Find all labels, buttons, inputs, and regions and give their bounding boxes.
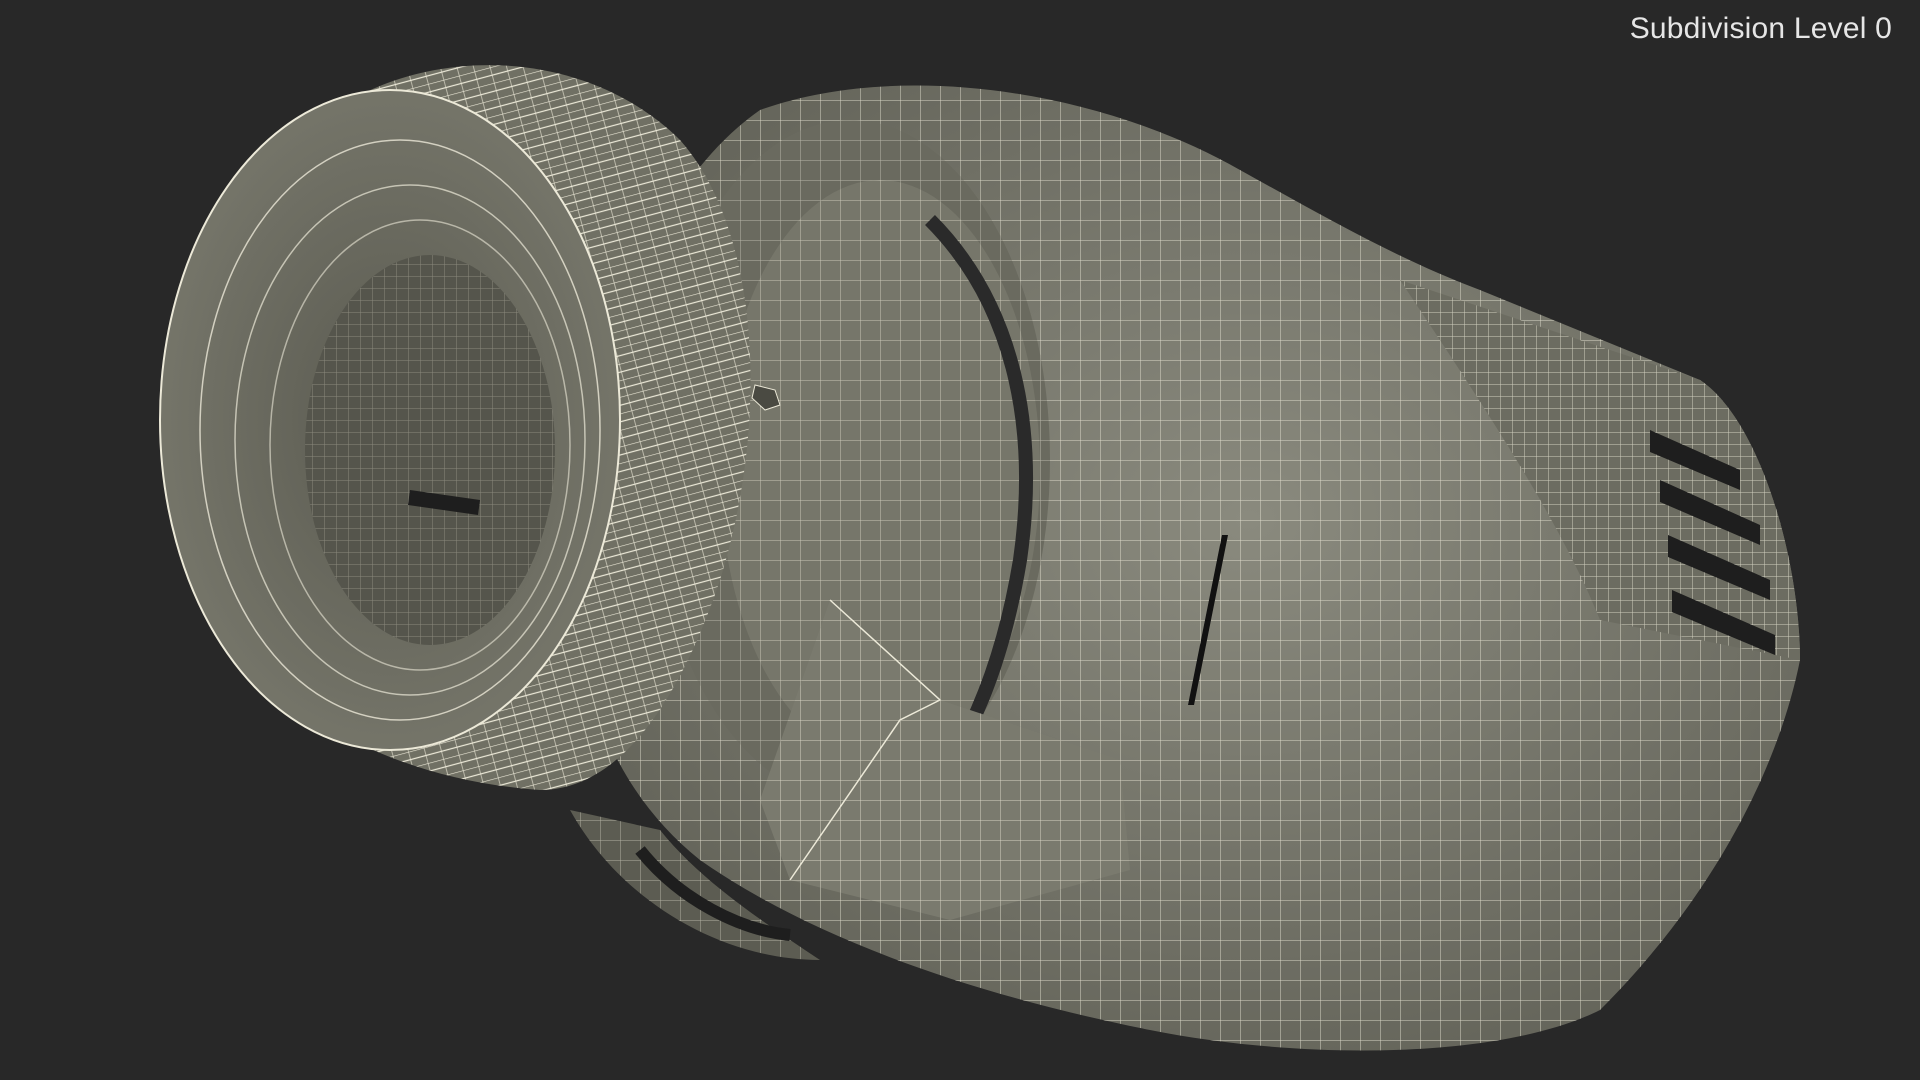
- valve-head-wireframe-render: [159, 65, 1800, 1051]
- subdivision-level-label: Subdivision Level 0: [1629, 12, 1892, 45]
- union-nut: [159, 65, 751, 790]
- render-viewport: Subdivision Level 0: [0, 0, 1920, 1080]
